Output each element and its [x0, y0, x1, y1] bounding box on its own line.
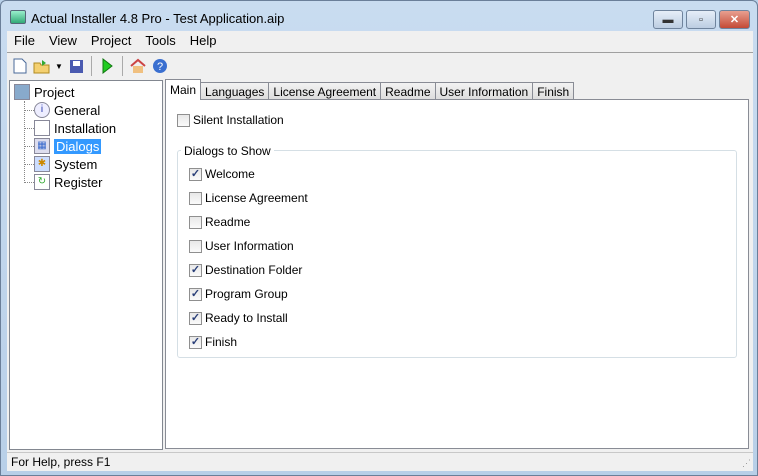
svg-text:?: ? [157, 61, 163, 73]
tree-line [24, 101, 25, 183]
tab-languages[interactable]: Languages [200, 82, 270, 100]
toolbar-separator [91, 56, 92, 76]
document-icon [34, 120, 50, 136]
dialog-checkbox-program-group[interactable]: ✓ Program Group [189, 287, 288, 301]
status-text: For Help, press F1 [11, 455, 111, 469]
tree-line [24, 128, 34, 129]
checkbox-label: User Information [205, 239, 294, 253]
info-icon: i [34, 102, 50, 118]
tab-bar: Main Languages License Agreement Readme … [165, 79, 575, 100]
tab-user-information[interactable]: User Information [434, 82, 534, 100]
checkbox-label: Welcome [205, 167, 255, 181]
main-tab-panel: Silent Installation Dialogs to Show ✓ Wel… [165, 99, 749, 449]
tree-line [24, 182, 34, 183]
tree-item-label: Installation [54, 120, 117, 136]
settings-panel: Main Languages License Agreement Readme … [165, 79, 751, 450]
tree-item-installation[interactable]: Installation [34, 120, 116, 136]
dialog-checkbox-license-agreement[interactable]: License Agreement [189, 191, 308, 205]
dialog-checkbox-welcome[interactable]: ✓ Welcome [189, 167, 255, 181]
dialogs-to-show-group [177, 150, 737, 358]
tree-item-label: Dialogs [54, 138, 102, 154]
tree-line [24, 146, 34, 147]
toolbar: ▼ ? [7, 52, 753, 79]
save-icon[interactable] [67, 57, 85, 75]
maximize-button[interactable]: ▫ [686, 10, 716, 29]
tab-main[interactable]: Main [165, 79, 202, 100]
home-icon[interactable] [129, 57, 147, 75]
checkbox-box[interactable]: ✓ [189, 311, 202, 325]
menu-view[interactable]: View [42, 31, 84, 51]
checkbox-box[interactable] [177, 113, 190, 127]
app-icon [10, 10, 26, 24]
dialog-checkbox-finish[interactable]: ✓ Finish [189, 335, 237, 349]
dialog-checkbox-ready-to-install[interactable]: ✓ Ready to Install [189, 311, 288, 325]
checkbox-box[interactable]: ✓ [189, 287, 202, 301]
tree-item-system[interactable]: ✱ System [34, 156, 97, 172]
checkbox-box[interactable] [189, 239, 202, 253]
new-icon[interactable] [11, 57, 29, 75]
checkbox-label: License Agreement [205, 191, 308, 205]
tree-item-dialogs[interactable]: ▦ Dialogs [34, 138, 102, 154]
checkbox-label: Finish [205, 335, 238, 349]
tree-item-project[interactable]: Project [14, 84, 74, 100]
checkbox-box[interactable]: ✓ [189, 263, 202, 277]
menu-bar: File View Project Tools Help [7, 31, 223, 51]
tree-item-label: Register [54, 174, 103, 190]
minimize-button[interactable]: ▬ [653, 10, 683, 29]
help-icon[interactable]: ? [151, 57, 169, 75]
group-label: Dialogs to Show [181, 144, 274, 158]
status-bar: For Help, press F1 ⋰ [7, 452, 753, 471]
main-window: Actual Installer 4.8 Pro - Test Applicat… [0, 0, 758, 476]
checkbox-box[interactable] [189, 215, 202, 229]
tree-line [24, 110, 34, 111]
checkbox-box[interactable] [189, 191, 202, 205]
checkbox-label: Destination Folder [205, 263, 303, 277]
open-folder-icon[interactable] [33, 57, 51, 75]
menu-tools[interactable]: Tools [138, 31, 182, 51]
run-icon[interactable] [98, 57, 116, 75]
tree-item-register[interactable]: ↻ Register [34, 174, 102, 190]
register-icon: ↻ [34, 174, 50, 190]
checkbox-label: Silent Installation [193, 113, 284, 127]
tree-item-label: Project [34, 84, 75, 100]
menu-project[interactable]: Project [84, 31, 138, 51]
menu-file[interactable]: File [7, 31, 42, 51]
tree-item-general[interactable]: i General [34, 102, 100, 118]
checkbox-box[interactable]: ✓ [189, 167, 202, 181]
dialogs-icon: ▦ [34, 138, 50, 154]
dialog-checkbox-destination-folder[interactable]: ✓ Destination Folder [189, 263, 302, 277]
tree-line [24, 164, 34, 165]
window-title: Actual Installer 4.8 Pro - Test Applicat… [31, 11, 285, 26]
resize-grip[interactable]: ⋰ [742, 458, 751, 469]
checkbox-box[interactable]: ✓ [189, 335, 202, 349]
computer-icon [14, 84, 30, 100]
toolbar-separator [122, 56, 123, 76]
tab-license-agreement[interactable]: License Agreement [268, 82, 382, 100]
tab-finish[interactable]: Finish [532, 82, 575, 100]
project-tree[interactable]: Project i General Installation ▦ Dialogs ✱… [9, 80, 163, 450]
close-button[interactable]: ✕ [719, 10, 750, 29]
tree-item-label: System [54, 156, 98, 172]
menu-help[interactable]: Help [183, 31, 224, 51]
checkbox-label: Program Group [205, 287, 288, 301]
dropdown-arrow-icon[interactable]: ▼ [55, 57, 63, 75]
tab-readme[interactable]: Readme [380, 82, 436, 100]
dialog-checkbox-user-information[interactable]: User Information [189, 239, 294, 253]
silent-installation-checkbox[interactable]: Silent Installation [177, 113, 284, 127]
checkbox-label: Ready to Install [205, 311, 288, 325]
tree-item-label: General [54, 102, 101, 118]
client-area: File View Project Tools Help ▼ ? Project [7, 31, 753, 471]
system-icon: ✱ [34, 156, 50, 172]
checkbox-label: Readme [205, 215, 251, 229]
dialog-checkbox-readme[interactable]: Readme [189, 215, 250, 229]
